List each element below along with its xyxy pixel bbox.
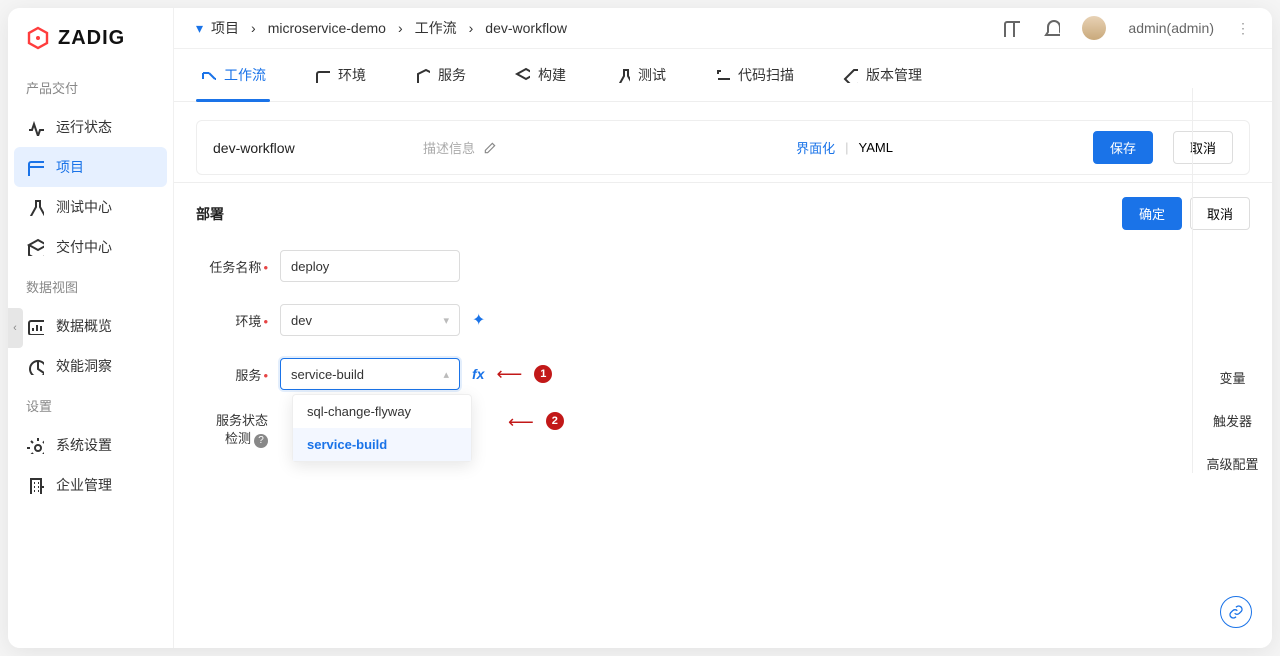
panel-confirm-button[interactable]: 确定	[1122, 197, 1182, 230]
rail-variables[interactable]: 变量	[1219, 368, 1245, 387]
chart-icon	[26, 317, 44, 335]
workflow-header: dev-workflow 描述信息 界面化 | YAML 保存 取消	[196, 120, 1250, 175]
chevron-right-icon: ›	[469, 20, 474, 36]
package-icon	[26, 238, 44, 256]
breadcrumb-root[interactable]: 项目	[211, 18, 239, 38]
sidebar-item-runtime[interactable]: 运行状态	[8, 107, 173, 147]
chevron-right-icon: ›	[251, 20, 256, 36]
pie-icon	[26, 357, 44, 375]
tab-version[interactable]: 版本管理	[838, 49, 926, 101]
service-select[interactable]: service-build▴	[280, 358, 460, 390]
logo-icon	[26, 26, 50, 50]
sidebar-item-insight[interactable]: 效能洞察	[8, 346, 173, 386]
panel-title: 部署	[196, 204, 1122, 224]
rail-advanced[interactable]: 高级配置	[1206, 454, 1258, 473]
sidebar-item-system[interactable]: 系统设置	[8, 425, 173, 465]
task-name-input[interactable]	[280, 250, 460, 282]
link-icon	[1228, 604, 1244, 620]
callout-badge-2: 2	[546, 412, 564, 430]
tab-workflow[interactable]: 工作流	[196, 49, 270, 101]
sidebar-item-test[interactable]: 测试中心	[8, 187, 173, 227]
edit-icon[interactable]	[483, 141, 497, 155]
content: dev-workflow 描述信息 界面化 | YAML 保存 取消	[174, 102, 1272, 229]
deploy-panel: 部署 确定 取消 任务名称• 环境• dev▾ ✦	[174, 182, 1272, 609]
right-rail: 变量 触发器 高级配置	[1192, 88, 1272, 473]
topbar: ▾ 项目 › microservice-demo › 工作流 › dev-wor…	[174, 8, 1272, 49]
callout-arrow-2: ⟵	[508, 412, 534, 433]
avatar[interactable]	[1082, 16, 1106, 40]
tab-test[interactable]: 测试	[610, 49, 670, 101]
callout-arrow-1: ⟵	[496, 364, 522, 385]
tab-build[interactable]: 构建	[510, 49, 570, 101]
callout-badge-1: 1	[534, 365, 552, 383]
tag-icon	[842, 67, 858, 83]
task-name-label: 任务名称•	[196, 257, 268, 276]
breadcrumb-section[interactable]: 工作流	[415, 18, 457, 38]
gear-icon	[26, 436, 44, 454]
dropdown-option[interactable]: sql-change-flyway	[293, 395, 471, 428]
breadcrumb-dropdown-icon[interactable]: ▾	[196, 20, 203, 37]
breadcrumb-item: dev-workflow	[485, 20, 567, 36]
wand-icon[interactable]: ✦	[472, 310, 485, 330]
sidebar-item-delivery[interactable]: 交付中心	[8, 227, 173, 267]
project-icon	[26, 158, 44, 176]
mode-ui[interactable]: 界面化	[796, 138, 835, 157]
rail-triggers[interactable]: 触发器	[1213, 411, 1252, 430]
service-icon	[414, 67, 430, 83]
tab-env[interactable]: 环境	[310, 49, 370, 101]
building-icon	[26, 476, 44, 494]
sidebar-item-overview[interactable]: 数据概览	[8, 306, 173, 346]
sidebar-item-enterprise[interactable]: 企业管理	[8, 465, 173, 505]
sidebar-group-data: 数据视图	[8, 267, 173, 306]
scan-icon	[714, 67, 730, 83]
sidebar-collapse-handle[interactable]: ‹	[8, 308, 23, 348]
breadcrumb: ▾ 项目 › microservice-demo › 工作流 › dev-wor…	[196, 18, 998, 38]
env-select[interactable]: dev▾	[280, 304, 460, 336]
breadcrumb-project[interactable]: microservice-demo	[268, 20, 386, 36]
chevron-right-icon: ›	[398, 20, 403, 36]
logo: ZADIG	[8, 20, 173, 68]
workflow-desc[interactable]: 描述信息	[423, 138, 776, 157]
mode-toggle: 界面化 | YAML	[796, 138, 893, 157]
kebab-icon[interactable]: ⋮	[1236, 20, 1250, 37]
sidebar: ZADIG 产品交付 运行状态 项目 测试中心 交付中心 数据视图 数据概览 效…	[8, 8, 174, 648]
flask-icon	[26, 198, 44, 216]
mode-yaml[interactable]: YAML	[859, 140, 893, 155]
tab-scan[interactable]: 代码扫描	[710, 49, 798, 101]
link-fab[interactable]	[1220, 596, 1252, 628]
docs-icon[interactable]	[1002, 19, 1020, 37]
service-label: 服务•	[196, 365, 268, 384]
sidebar-item-project[interactable]: 项目	[14, 147, 167, 187]
help-icon[interactable]: ?	[254, 434, 268, 448]
env-icon	[314, 67, 330, 83]
dropdown-option-selected[interactable]: service-build	[293, 428, 471, 461]
user-label[interactable]: admin(admin)	[1128, 20, 1214, 36]
fx-icon[interactable]: fx	[472, 366, 484, 382]
tab-service[interactable]: 服务	[410, 49, 470, 101]
workflow-name: dev-workflow	[213, 140, 403, 156]
main: ‹ ▾ 项目 › microservice-demo › 工作流 › dev-w…	[174, 8, 1272, 648]
tabs: 工作流 环境 服务 构建 测试 代码扫描 版本管理	[174, 49, 1272, 102]
service-dropdown: sql-change-flyway service-build	[292, 394, 472, 462]
workflow-icon	[200, 67, 216, 83]
env-label: 环境•	[196, 311, 268, 330]
bell-icon[interactable]	[1042, 19, 1060, 37]
chevron-down-icon: ▾	[443, 314, 449, 327]
sidebar-group-delivery: 产品交付	[8, 68, 173, 107]
build-icon	[514, 67, 530, 83]
chevron-up-icon: ▴	[443, 368, 449, 381]
logo-text: ZADIG	[58, 27, 125, 50]
save-button[interactable]: 保存	[1093, 131, 1153, 164]
pulse-icon	[26, 118, 44, 136]
test-icon	[614, 67, 630, 83]
service-status-label: 服务状态 检测?	[196, 412, 268, 448]
sidebar-group-settings: 设置	[8, 386, 173, 425]
